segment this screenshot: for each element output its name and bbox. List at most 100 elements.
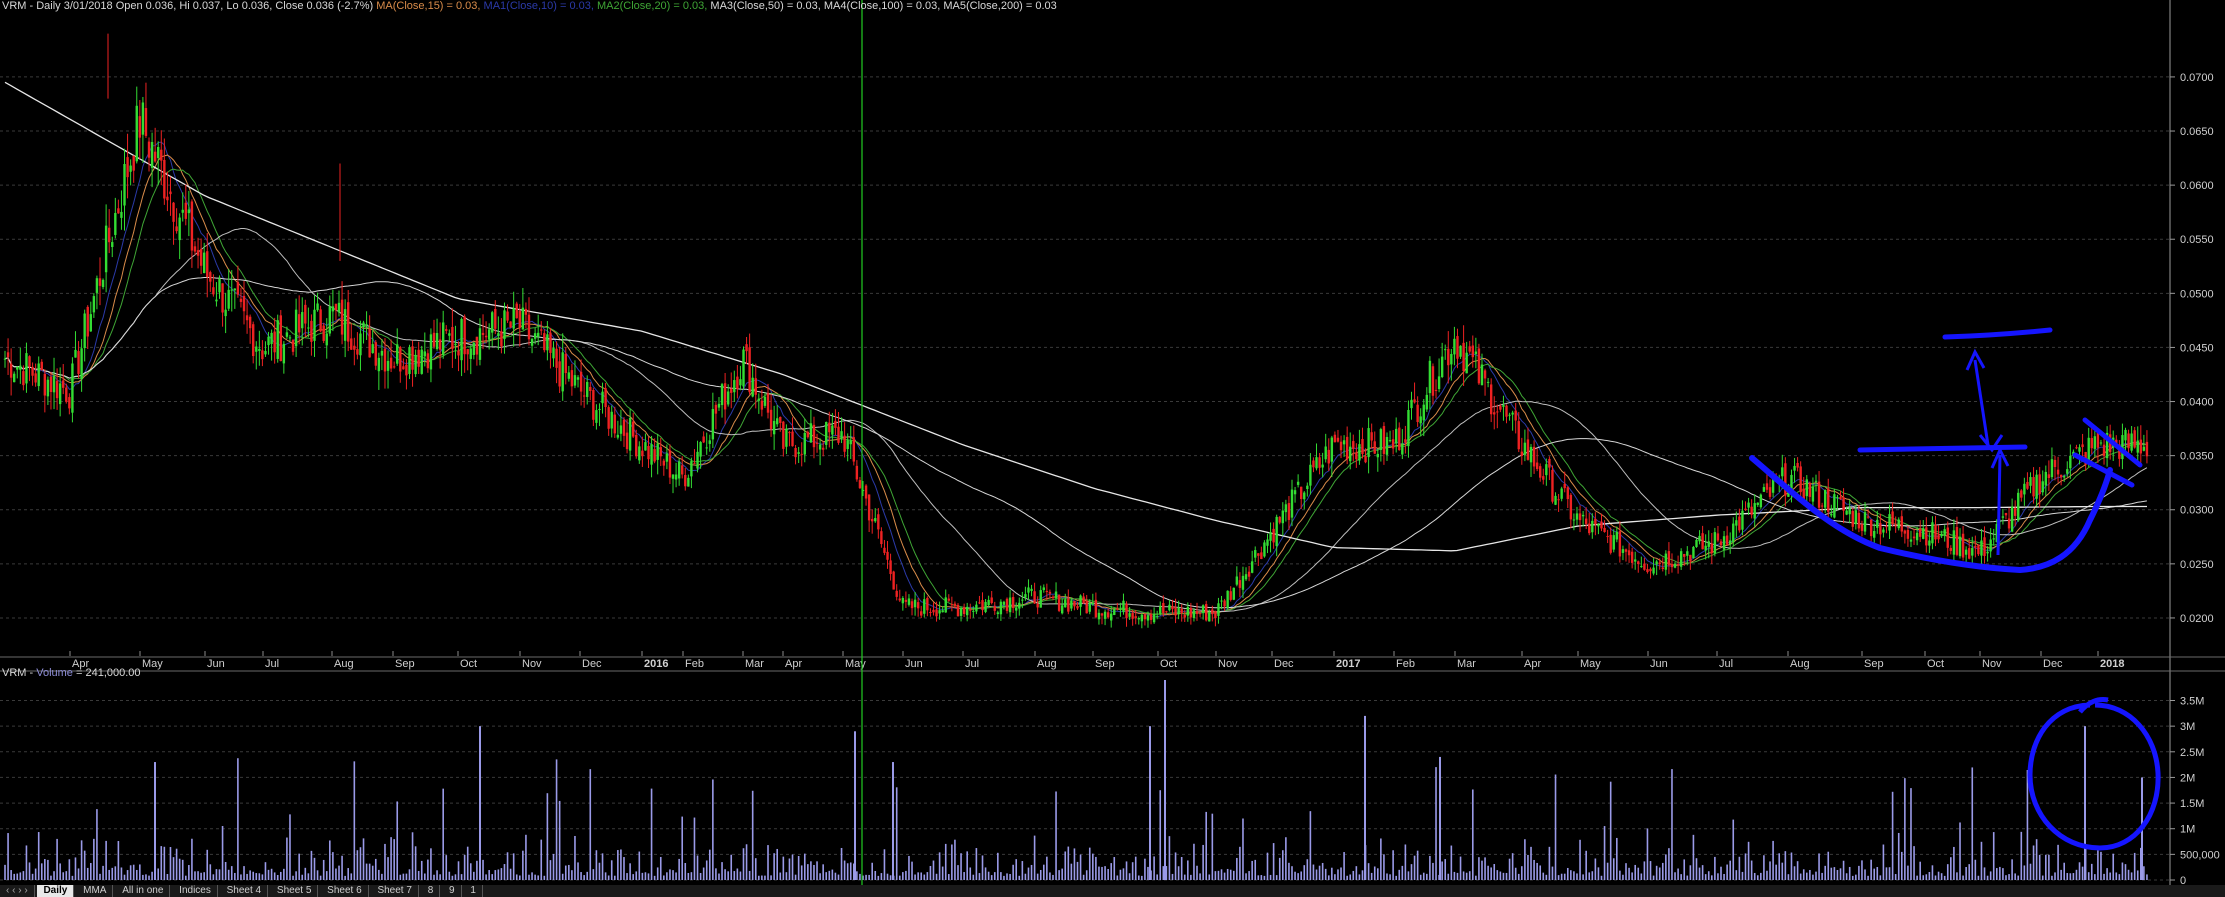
volume-bar [1750, 860, 1753, 880]
candle-body [589, 386, 592, 392]
volume-bar [1806, 872, 1808, 880]
price-tick-label: 0.0250 [2180, 559, 2214, 571]
x-tick-label: Aug [334, 658, 354, 670]
candle-body [898, 598, 901, 601]
candle-body [745, 344, 748, 352]
candle-body [1964, 549, 1968, 555]
candle-body [230, 289, 233, 291]
volume-bar [1331, 867, 1333, 880]
volume-bar [972, 874, 975, 880]
volume-bar [898, 875, 901, 880]
volume-bar [1490, 867, 1492, 880]
candle-body [2069, 455, 2072, 469]
candle-body [1581, 514, 1585, 517]
candle-body [711, 409, 715, 440]
volume-bar [1462, 871, 1465, 880]
tab-mma[interactable]: MMA [77, 885, 114, 897]
candle-body [1713, 532, 1717, 554]
candle-body [1039, 590, 1042, 608]
tab-8[interactable]: 8 [422, 885, 441, 897]
candle-body [834, 420, 837, 428]
tab-all-in-one[interactable]: All in one [116, 885, 171, 897]
volume-bar [1585, 850, 1587, 880]
candle-body [527, 314, 531, 340]
candle-body [2127, 433, 2130, 449]
tab-sheet-6[interactable]: Sheet 6 [321, 885, 369, 897]
volume-bar [50, 875, 52, 880]
volume-bar [371, 865, 374, 880]
candle-body [1235, 576, 1239, 585]
volume-bar [632, 874, 634, 880]
tab-scroll-arrows[interactable]: ‹ ‹ › › [0, 885, 35, 897]
candle-body [1091, 602, 1095, 605]
candle-body [175, 226, 178, 232]
tab-sheet-5[interactable]: Sheet 5 [271, 885, 319, 897]
tab-sheet-4[interactable]: Sheet 4 [221, 885, 269, 897]
candle-body [1738, 516, 1741, 531]
tab-sheet-7[interactable]: Sheet 7 [371, 885, 419, 897]
candle-body [769, 409, 773, 430]
candle-body [1566, 487, 1569, 500]
volume-bar [1726, 864, 1728, 880]
volume-bar [1919, 861, 1921, 880]
candle-body [1655, 561, 1658, 565]
candle-body [1241, 575, 1245, 590]
tab-daily[interactable]: Daily [37, 885, 75, 897]
candle-body [98, 278, 102, 286]
volume-bar [1692, 834, 1695, 880]
volume-bar [102, 865, 104, 880]
volume-bar [546, 793, 549, 880]
candle-body [1223, 600, 1226, 607]
volume-bar [1995, 868, 1998, 880]
candle-body [1643, 563, 1646, 570]
candle-body [1345, 436, 1349, 460]
candle-body [726, 391, 730, 405]
tab-1[interactable]: 1 [464, 885, 483, 897]
volume-bar [1266, 852, 1269, 880]
candle-body [708, 440, 711, 444]
tab-9[interactable]: 9 [443, 885, 462, 897]
candle-body [631, 421, 635, 437]
candle-body [3, 358, 7, 360]
candle-body [1309, 464, 1312, 486]
candle-body [1597, 524, 1600, 527]
volume-bar [865, 874, 867, 880]
volume-bar [396, 801, 399, 880]
candle-body [1388, 440, 1392, 442]
candle-body [1762, 487, 1766, 492]
volume-bar [555, 759, 558, 880]
volume-bar [932, 860, 935, 880]
tab-indices[interactable]: Indices [173, 885, 218, 897]
price-tick-label: 0.0600 [2180, 180, 2214, 192]
volume-bar [1747, 841, 1750, 880]
candle-body [19, 365, 22, 370]
volume-bar [895, 787, 898, 880]
candle-body [840, 431, 843, 439]
candle-body [1637, 561, 1640, 565]
volume-bar [120, 867, 123, 880]
candle-body [1624, 549, 1628, 552]
candle-body [1088, 602, 1091, 612]
candle-body [1339, 441, 1343, 451]
volume-bar [1251, 860, 1253, 880]
candle-body [1612, 535, 1615, 550]
volume-bar [675, 872, 677, 880]
candle-body [37, 363, 40, 387]
volume-bar [1922, 875, 1925, 880]
volume-bar [1193, 843, 1195, 880]
candle-body [1526, 439, 1530, 460]
candle-body [184, 202, 187, 219]
candle-body [1275, 516, 1278, 547]
candle-body [662, 460, 666, 466]
candle-body [653, 449, 656, 462]
candle-body [399, 347, 402, 372]
volume-bar [1879, 875, 1882, 880]
ma50-line [4, 228, 2148, 613]
volume-bar [1799, 873, 1802, 880]
candle-body [206, 251, 209, 278]
candle-body [635, 434, 638, 457]
candle-body [546, 334, 549, 351]
candle-body [1842, 497, 1845, 511]
volume-bar [1104, 866, 1106, 880]
volume-bar [1373, 866, 1376, 880]
